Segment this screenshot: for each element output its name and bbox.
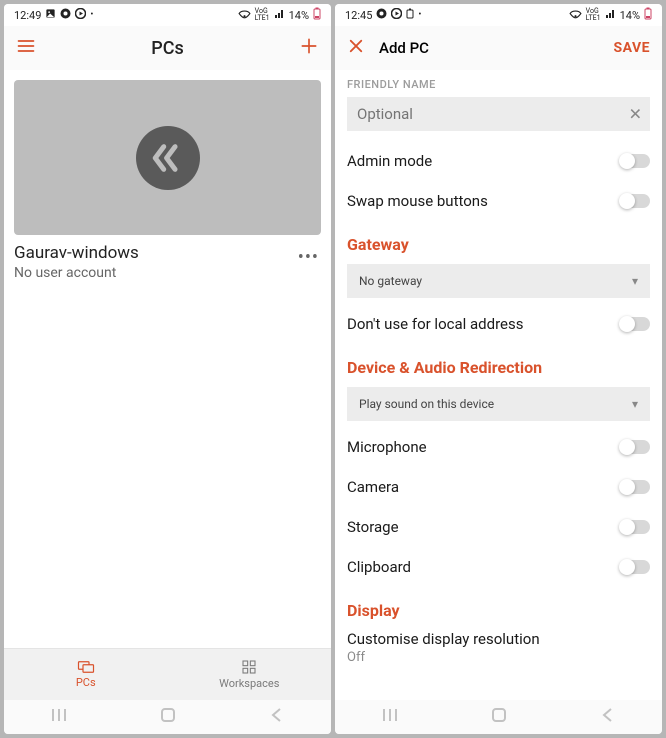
phone-left: 12:49 • VoGLTE1 14% PCs (4, 4, 331, 734)
recents-button[interactable] (50, 706, 68, 728)
home-button[interactable] (490, 706, 508, 728)
camera-row[interactable]: Camera (347, 467, 650, 507)
wifi-icon (238, 8, 251, 22)
back-button[interactable] (268, 706, 286, 728)
customise-value: Off (347, 650, 650, 665)
clock: 12:49 (14, 9, 41, 22)
hamburger-icon[interactable] (16, 36, 36, 60)
gateway-dropdown[interactable]: No gateway ▾ (347, 264, 650, 298)
tab-pcs-label: PCs (76, 676, 96, 689)
dont-local-row[interactable]: Don't use for local address (347, 304, 650, 344)
admin-mode-label: Admin mode (347, 152, 620, 170)
chevron-down-icon: ▾ (632, 274, 638, 288)
storage-switch[interactable] (620, 520, 650, 534)
battery-icon (644, 7, 652, 23)
appbar: Add PC SAVE (335, 26, 662, 70)
play-icon (391, 8, 402, 22)
lte-icon: VoGLTE1 (255, 8, 270, 22)
system-nav (335, 700, 662, 734)
close-icon[interactable] (347, 37, 365, 59)
recents-button[interactable] (381, 706, 399, 728)
friendly-name-input[interactable] (347, 97, 650, 131)
clock: 12:45 (345, 9, 372, 22)
friendly-name-label: FRIENDLY NAME (347, 78, 650, 91)
circle-icon (376, 8, 387, 22)
admin-mode-switch[interactable] (620, 154, 650, 168)
statusbar: 12:49 • VoGLTE1 14% (4, 4, 331, 26)
back-button[interactable] (599, 706, 617, 728)
storage-row[interactable]: Storage (347, 507, 650, 547)
signal-icon (605, 8, 616, 22)
system-nav (4, 700, 331, 734)
more-icon[interactable]: ••• (296, 243, 321, 272)
dot-icon: • (90, 10, 93, 20)
tab-pcs[interactable]: PCs (4, 649, 168, 700)
clipboard-label: Clipboard (347, 558, 620, 576)
chevron-down-icon: ▾ (632, 397, 638, 411)
section-display: Display (347, 601, 650, 620)
battery-icon (313, 7, 321, 23)
add-pc-form: FRIENDLY NAME ✕ Admin mode Swap mouse bu… (335, 70, 662, 700)
pc-name: Gaurav-windows (14, 243, 296, 263)
dont-local-switch[interactable] (620, 317, 650, 331)
customise-label: Customise display resolution (347, 630, 650, 648)
swap-mouse-label: Swap mouse buttons (347, 192, 620, 210)
swap-mouse-switch[interactable] (620, 194, 650, 208)
pc-thumbnail[interactable] (14, 80, 321, 235)
add-icon[interactable] (299, 36, 319, 60)
swap-mouse-row[interactable]: Swap mouse buttons (347, 181, 650, 221)
page-title: Add PC (379, 39, 429, 57)
play-icon (75, 8, 86, 22)
pc-list: Gaurav-windows No user account ••• (4, 70, 331, 648)
battery-text: 14% (289, 9, 309, 22)
customise-resolution-row[interactable]: Customise display resolution Off (347, 630, 650, 665)
statusbar: 12:45 • VoGLTE1 14% (335, 4, 662, 26)
signal-icon (274, 8, 285, 22)
wifi-icon (569, 8, 582, 22)
home-button[interactable] (159, 706, 177, 728)
dot-icon: • (418, 10, 421, 20)
image-icon (45, 8, 56, 22)
admin-mode-row[interactable]: Admin mode (347, 141, 650, 181)
clear-icon[interactable]: ✕ (629, 105, 642, 124)
camera-label: Camera (347, 478, 620, 496)
camera-switch[interactable] (620, 480, 650, 494)
microphone-label: Microphone (347, 438, 620, 456)
tab-workspaces[interactable]: Workspaces (168, 649, 332, 700)
microphone-row[interactable]: Microphone (347, 427, 650, 467)
battery-text: 14% (620, 9, 640, 22)
appbar: PCs (4, 26, 331, 70)
remote-desktop-icon (136, 126, 200, 190)
dont-local-label: Don't use for local address (347, 315, 620, 333)
storage-label: Storage (347, 518, 620, 536)
lte-icon: VoGLTE1 (586, 8, 601, 22)
sound-value: Play sound on this device (359, 397, 494, 411)
circle-icon (60, 8, 71, 22)
phone-right: 12:45 • VoGLTE1 14% Add PC SAVE FRIENDLY… (335, 4, 662, 734)
clipboard-switch[interactable] (620, 560, 650, 574)
tab-workspaces-label: Workspaces (219, 677, 279, 690)
battery-small-icon (406, 8, 414, 22)
gateway-value: No gateway (359, 274, 422, 288)
page-title: PCs (60, 38, 275, 59)
pc-subtitle: No user account (14, 265, 296, 281)
save-button[interactable]: SAVE (614, 40, 651, 56)
bottom-nav: PCs Workspaces (4, 648, 331, 700)
clipboard-row[interactable]: Clipboard (347, 547, 650, 587)
section-device-audio: Device & Audio Redirection (347, 358, 650, 377)
microphone-switch[interactable] (620, 440, 650, 454)
section-gateway: Gateway (347, 235, 650, 254)
sound-dropdown[interactable]: Play sound on this device ▾ (347, 387, 650, 421)
